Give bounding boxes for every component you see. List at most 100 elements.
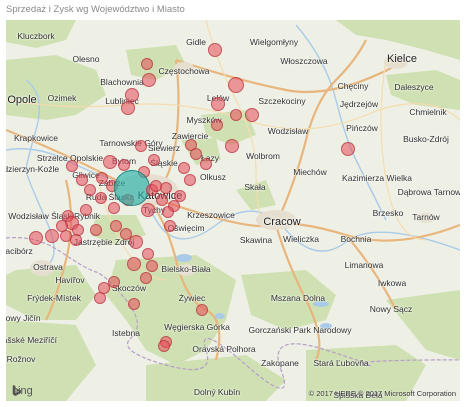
city-label: Żywiec [178, 293, 206, 303]
city-label: Wolbrom [246, 151, 280, 161]
bubble-marker[interactable] [128, 298, 140, 310]
city-label: Frýdek-Místek [27, 293, 81, 303]
bubble-marker[interactable] [228, 77, 244, 93]
city-label: Siewierz [147, 143, 181, 153]
bubble-marker[interactable] [190, 148, 202, 160]
city-label: Kędzierzyn-Koźle [6, 164, 60, 174]
bubble-marker[interactable] [127, 257, 141, 271]
bubble-marker[interactable] [94, 292, 106, 304]
city-label: Mszana Dolna [270, 293, 326, 303]
city-label: Iwkowa [377, 278, 407, 288]
city-label: Chmielnik [409, 107, 447, 117]
city-label: Limanowa [344, 260, 384, 270]
bubble-marker[interactable] [178, 162, 190, 174]
bubble-marker[interactable] [66, 160, 78, 172]
city-label: Nowy Sącz [369, 304, 413, 314]
bubble-marker[interactable] [140, 272, 152, 284]
bubble-marker[interactable] [148, 154, 160, 166]
bubble-marker[interactable] [162, 206, 174, 218]
city-label: Wieliczka [283, 234, 319, 244]
bubble-marker[interactable] [129, 235, 143, 249]
bubble-marker[interactable] [118, 159, 130, 171]
bubble-marker[interactable] [125, 88, 139, 102]
bubble-marker[interactable] [156, 194, 168, 206]
city-label: Oravská Polhora [192, 344, 256, 354]
city-label: Gorczański Park Narodowy [248, 325, 352, 335]
city-label: Racibórz [6, 246, 33, 256]
bubble-marker[interactable] [103, 155, 117, 169]
city-label: Daleszyce [394, 82, 434, 92]
bubble-marker[interactable] [141, 203, 155, 217]
bubble-marker[interactable] [211, 97, 225, 111]
city-label: Zakopane [261, 358, 299, 368]
bubble-marker[interactable] [196, 304, 208, 316]
city-label: Stará Ľubovňa [313, 358, 369, 368]
city-label: Ozimek [47, 93, 77, 103]
city-label: Gidle [186, 37, 206, 47]
city-label: Wodzisław [267, 126, 309, 136]
bubble-marker[interactable] [245, 108, 259, 122]
bubble-marker[interactable] [84, 184, 96, 196]
bubble-marker[interactable] [141, 58, 153, 70]
city-label: Wielgomłyny [249, 37, 299, 47]
map-title: Sprzedaż i Zysk wg Województwo i Miasto [6, 4, 185, 15]
bing-logo: bing [12, 385, 33, 397]
bubble-marker[interactable] [341, 142, 355, 156]
city-label: Węgierska Górka [164, 322, 230, 332]
map-canvas[interactable]: Kluczbork Gidle Wielgomłyny Olesno Częstocho… [6, 20, 460, 401]
city-label: Brzesko [372, 208, 404, 218]
bubble-marker[interactable] [146, 260, 158, 272]
city-label: Krapkowice [14, 133, 58, 143]
bubble-marker[interactable] [211, 119, 223, 131]
bubble-marker[interactable] [90, 224, 102, 236]
city-label: Valašské Meziříčí [6, 335, 57, 345]
city-label: Havířov [55, 275, 85, 285]
city-label: Częstochowa [158, 66, 210, 76]
city-label: Istebna [112, 328, 140, 338]
city-label: Jędrzejów [339, 99, 379, 109]
bubble-marker[interactable] [29, 231, 43, 245]
bubble-marker[interactable] [45, 229, 59, 243]
bubble-marker[interactable] [150, 180, 162, 192]
bubble-marker[interactable] [135, 140, 147, 152]
bubble-marker[interactable] [164, 220, 176, 232]
bing-icon [13, 385, 21, 396]
city-label: Rožnov [6, 354, 36, 364]
city-label: Włoszczowa [280, 56, 328, 66]
bubble-marker[interactable] [95, 192, 107, 204]
city-label: Skawina [239, 235, 273, 245]
bubble-marker[interactable] [184, 174, 196, 186]
bubble-marker[interactable] [80, 204, 92, 216]
city-label: Ostrava [33, 262, 63, 272]
bubble-marker[interactable] [121, 101, 135, 115]
bubble-marker[interactable] [142, 248, 154, 260]
city-label: Olesno [72, 54, 100, 64]
city-label: Tarnów [412, 212, 440, 222]
bubble-marker[interactable] [108, 202, 120, 214]
city-label: Kluczbork [17, 31, 55, 41]
city-label: Dolný Kubín [193, 387, 241, 397]
bubble-marker[interactable] [142, 73, 156, 87]
city-label: Bielsko-Biała [161, 264, 211, 274]
city-label: Busko-Zdrój [403, 134, 449, 144]
city-label: Dąbrowa Tarnowska [397, 187, 460, 197]
bubble-marker[interactable] [200, 158, 212, 170]
bubble-marker[interactable] [225, 139, 239, 153]
city-label: Miechów [293, 167, 327, 177]
city-label: Opole [7, 94, 37, 106]
city-label: Krzeszowice [187, 210, 235, 220]
bubble-marker[interactable] [70, 234, 82, 246]
city-label: Bochnia [340, 234, 372, 244]
highlighted-bubble-marker[interactable] [114, 170, 150, 206]
city-label: Skała [244, 182, 266, 192]
city-label: Nowy Jičín [6, 313, 41, 323]
city-label: Kielce [387, 53, 417, 65]
bubble-marker[interactable] [208, 43, 222, 57]
map-copyright: © 2017 HERE © 2017 Microsoft Corporation [308, 389, 456, 398]
city-label: Olkusz [200, 172, 226, 182]
city-label: Szczekociny [258, 96, 306, 106]
bubble-marker[interactable] [158, 340, 170, 352]
city-label: Pińczów [346, 123, 378, 133]
bubble-marker[interactable] [230, 109, 242, 121]
city-label: Chęciny [337, 81, 369, 91]
